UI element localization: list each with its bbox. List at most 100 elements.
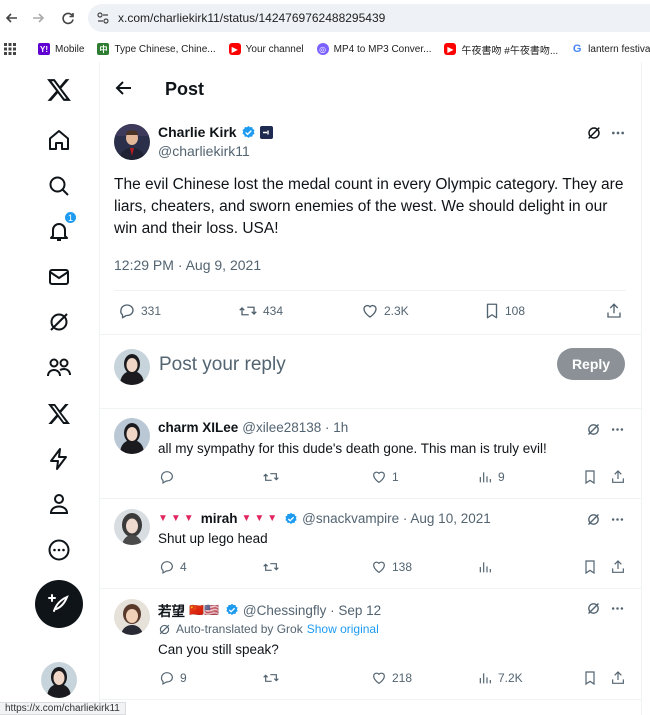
repost-count: 434 <box>263 304 284 318</box>
author-name[interactable]: Charlie Kirk <box>158 124 237 140</box>
reply-header: charm XILee @xilee28138 · 1h <box>158 420 348 435</box>
repost-action[interactable] <box>262 559 285 575</box>
repost-action[interactable] <box>262 670 285 686</box>
compose-post-button[interactable] <box>35 580 83 628</box>
share-action[interactable] <box>610 469 631 485</box>
reply-text: Can you still speak? <box>158 642 279 657</box>
grok-icon[interactable] <box>586 125 602 141</box>
lightning-icon <box>50 448 67 470</box>
heart-icon <box>363 304 377 318</box>
views-action[interactable]: 9 <box>477 469 505 485</box>
sidebar-item-grok[interactable] <box>45 308 73 336</box>
search-icon <box>49 176 69 196</box>
sidebar-item-home[interactable] <box>45 126 73 154</box>
repost-action[interactable]: 434 <box>238 302 283 320</box>
comment-icon <box>160 561 173 575</box>
sidebar-item-more[interactable] <box>45 536 73 564</box>
reply-header: ▼▼▼ mirah ▼▼▼ @snackvampire · Aug 10, 20… <box>158 511 491 526</box>
youtube-icon: ▶ <box>228 43 241 55</box>
more-circle-icon <box>48 539 70 561</box>
reply-avatar[interactable] <box>114 599 150 635</box>
sidebar-item-communities[interactable] <box>45 354 73 382</box>
sidebar-item-messages[interactable] <box>45 263 73 291</box>
share-icon <box>612 560 624 573</box>
divider <box>100 408 642 409</box>
bookmark-action[interactable]: 108 <box>484 302 525 320</box>
sidebar-item-explore[interactable] <box>45 172 73 200</box>
bookmark-mobile[interactable]: Y! Mobile <box>38 43 84 55</box>
grok-icon[interactable] <box>586 422 601 437</box>
sidebar-item-profile[interactable] <box>45 490 73 518</box>
like-action[interactable]: 2.3K <box>361 302 409 320</box>
more-options-icon[interactable] <box>610 601 625 616</box>
url-text[interactable]: x.com/charliekirk11/status/1424769762488… <box>118 11 385 25</box>
bookmark-action[interactable] <box>583 469 602 485</box>
bookmark-lantern-festival[interactable]: Glantern festival <box>571 43 650 55</box>
views-action[interactable]: 7.2K <box>477 670 523 686</box>
like-action[interactable]: 138 <box>371 559 412 575</box>
bookmark-your-channel[interactable]: ▶ Your channel <box>228 43 304 55</box>
more-options-icon[interactable] <box>610 125 626 141</box>
arrow-right-icon <box>33 13 45 23</box>
reply-avatar[interactable] <box>114 418 150 454</box>
reply-button[interactable]: Reply <box>557 348 625 380</box>
reply-text: Shut up lego head <box>158 531 268 546</box>
comment-icon <box>120 304 134 319</box>
apps-grid-icon[interactable] <box>4 43 16 55</box>
reload-button[interactable] <box>58 8 78 28</box>
google-icon: G <box>571 43 584 55</box>
share-action[interactable] <box>605 302 628 320</box>
bookmark-label: MP4 to MP3 Conver... <box>333 43 432 55</box>
bookmark-type-chinese[interactable]: 中 Type Chinese, Chine... <box>97 43 216 55</box>
forward-nav-button[interactable] <box>28 8 48 28</box>
like-action[interactable]: 1 <box>371 469 399 485</box>
bookmark-label: 午夜書吻 #午夜書吻... <box>461 45 559 57</box>
account-avatar[interactable] <box>41 662 77 698</box>
back-nav-button[interactable] <box>2 8 22 28</box>
site-settings-icon[interactable] <box>96 11 110 25</box>
reply-handle[interactable]: @xilee28138 · 1h <box>242 420 348 435</box>
bookmark-label: Type Chinese, Chine... <box>114 43 216 55</box>
bookmark-action[interactable] <box>583 670 602 686</box>
like-action[interactable]: 218 <box>371 670 412 686</box>
divider <box>100 498 642 499</box>
share-icon <box>612 470 624 483</box>
grok-icon[interactable] <box>586 512 601 527</box>
author-avatar[interactable] <box>114 124 150 160</box>
x-logo-icon[interactable] <box>45 76 73 104</box>
bookmark-midnight-kiss[interactable]: ▶ 午夜書吻 #午夜書吻... <box>444 42 558 57</box>
reply-avatar[interactable] <box>114 509 150 545</box>
reply-input[interactable]: Post your reply <box>159 354 286 376</box>
sidebar-item-premium[interactable] <box>45 400 73 428</box>
bookmark-action[interactable] <box>583 559 602 575</box>
heart-icon <box>373 561 385 574</box>
reply-handle[interactable]: @snackvampire · Aug 10, 2021 <box>302 511 491 526</box>
show-original-link[interactable]: Show original <box>307 622 379 636</box>
reply-action[interactable]: 9 <box>159 670 187 686</box>
reply-author-name[interactable]: 若望 <box>158 600 185 620</box>
share-action[interactable] <box>610 559 631 575</box>
grok-icon[interactable] <box>586 601 601 616</box>
tweet-timestamp[interactable]: 12:29 PM · Aug 9, 2021 <box>114 257 261 273</box>
reply-handle[interactable]: @Chessingfly · Sep 12 <box>243 603 381 618</box>
more-options-icon[interactable] <box>610 422 625 437</box>
reply-author-name[interactable]: mirah <box>201 511 238 526</box>
sidebar-item-notifications[interactable]: 1 <box>45 211 77 245</box>
heart-icon <box>373 672 385 685</box>
share-action[interactable] <box>610 670 631 686</box>
back-arrow-icon[interactable] <box>114 78 134 98</box>
sidebar-item-verified-orgs[interactable] <box>45 445 73 473</box>
views-action[interactable] <box>477 559 498 575</box>
reply-action[interactable] <box>159 469 180 485</box>
reply-action[interactable]: 331 <box>118 302 161 320</box>
verified-badge-icon <box>242 125 255 138</box>
reply-action[interactable]: 4 <box>159 559 187 575</box>
repost-action[interactable] <box>262 469 285 485</box>
address-bar[interactable]: x.com/charliekirk11/status/1424769762488… <box>88 4 650 32</box>
bookmark-mp4-converter[interactable]: ◎ MP4 to MP3 Conver... <box>316 43 432 55</box>
more-options-icon[interactable] <box>610 512 625 527</box>
home-icon <box>49 130 69 150</box>
reply-author-name[interactable]: charm XILee <box>158 420 238 435</box>
author-handle[interactable]: @charliekirk11 <box>158 143 250 159</box>
tweet-text: The evil Chinese lost the medal count in… <box>114 176 624 237</box>
